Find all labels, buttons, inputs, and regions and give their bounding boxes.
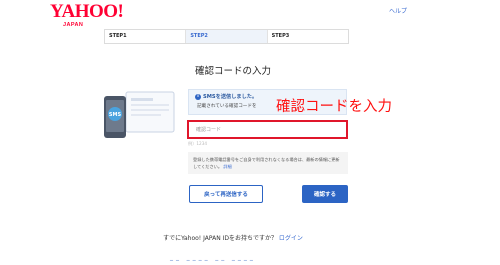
logo-subtitle: JAPAN — [63, 22, 84, 28]
verification-code-input[interactable] — [187, 120, 348, 139]
info-icon: i — [195, 93, 201, 100]
page-title: 確認コードの入力 — [194, 66, 271, 77]
login-prompt: すでにYahoo! JAPAN IDをお持ちですか？ ログイン — [0, 233, 466, 242]
phone-illustration: SMS — [100, 86, 178, 146]
login-link[interactable]: ログイン — [279, 235, 303, 242]
login-prompt-text: すでにYahoo! JAPAN IDをお持ちですか？ — [163, 235, 277, 242]
step-indicator: STEP1 STEP2 STEP3 — [104, 29, 349, 44]
step-3: STEP3 — [271, 33, 290, 39]
sms-badge-text: SMS — [109, 112, 122, 118]
yahoo-japan-logo[interactable]: YAHOO! — [50, 1, 124, 22]
sms-notice-title: SMSを送信しました。 — [203, 94, 258, 100]
back-resend-button[interactable]: 戻って再送信する — [189, 185, 263, 203]
input-hint: 例）1234 — [188, 141, 208, 146]
sms-notice-title-row: i SMSを送信しました。 — [195, 93, 257, 100]
confirm-button[interactable]: 確認する — [302, 185, 348, 203]
help-link[interactable]: ヘルプ — [389, 6, 407, 15]
annotation-enter-code: 確認コードを入力 — [276, 99, 392, 115]
step-1: STEP1 — [105, 30, 187, 43]
note-text: 登録した携帯電話番号をご自身で利用されなくなる場合は、最新の情報に更新してくださ… — [193, 157, 340, 169]
phone-sms-icon: SMS — [104, 91, 175, 138]
step-2: STEP2 — [186, 30, 268, 43]
sms-notice-description: 記載されている確認コードを — [197, 104, 257, 109]
footer-links-cutoff: ━━ ━━━━ ━━ ━━━━ — [170, 258, 256, 264]
note-details-link[interactable]: 詳細 — [223, 164, 231, 169]
logo-text: YAHOO! — [50, 1, 124, 22]
phone-update-note: 登録した携帯電話番号をご自身で利用されなくなる場合は、最新の情報に更新してくださ… — [188, 152, 348, 174]
